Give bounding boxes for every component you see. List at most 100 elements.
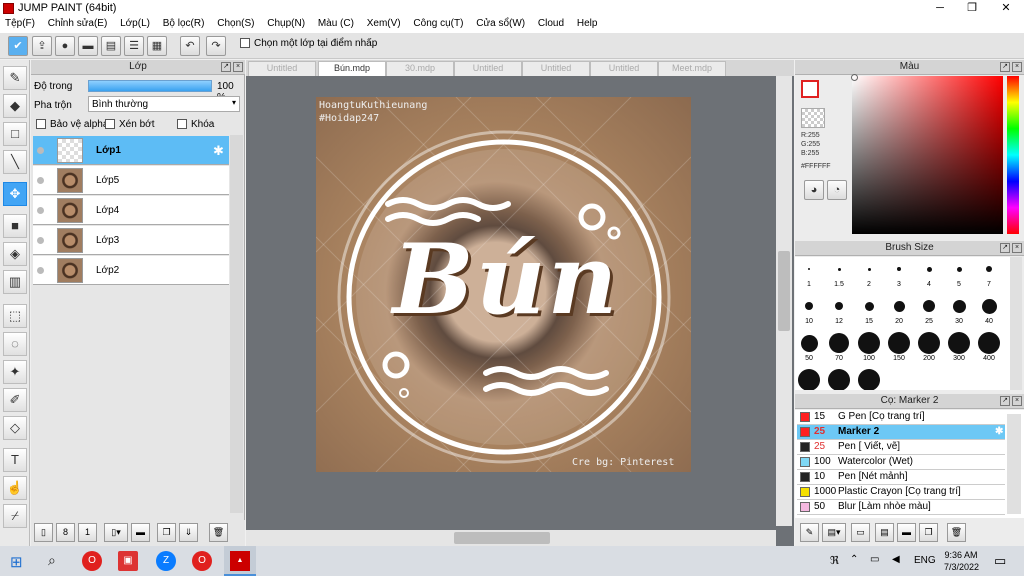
visibility-icon[interactable] [37,147,44,154]
canvas-horizontal-scrollbar[interactable] [246,530,776,546]
brush-size-scrollbar[interactable] [1010,257,1022,390]
blend-mode-select[interactable]: Bình thường ▾ [88,96,240,112]
network-icon[interactable]: ▭ [870,554,879,565]
chat-icon[interactable]: ▬ [78,36,98,56]
volume-icon[interactable]: ◀ [892,554,900,565]
brush-menu-icon[interactable]: ▤▾ [822,523,846,542]
color-picker-field[interactable] [852,76,1003,234]
brush-item[interactable]: 25 Pen [ Viết, vẽ] [797,440,1005,455]
duplicate-icon[interactable]: ❐ [919,523,938,542]
visibility-icon[interactable] [37,207,44,214]
undo-icon[interactable]: ↶ [180,36,200,56]
menu-help[interactable]: Help [572,17,603,29]
eraser-tool-icon[interactable]: ◆ [3,94,27,118]
grid-icon[interactable]: ▦ [147,36,167,56]
brush-size-dot[interactable] [864,301,874,311]
brush-add-icon[interactable]: ✎ [800,523,819,542]
new-layer-icon[interactable]: ▯ [34,523,53,542]
tab-untitled[interactable]: Untitled [590,61,658,76]
brush-size-dot[interactable] [923,300,935,312]
brush-size-dot[interactable] [800,334,818,352]
text-tool-icon[interactable]: T [3,448,27,472]
lock-checkbox[interactable] [177,119,187,130]
tab-30[interactable]: 30.mdp [386,61,454,76]
layer-row[interactable]: Lớp2 [33,256,229,285]
duplicate-layer-icon[interactable]: ❐ [157,523,176,542]
artwork-canvas[interactable]: HoangtuKuthieunang #Hoidap247 Bún Cre bg… [316,97,691,472]
layer-row[interactable]: Lớp1 ✱ [33,136,229,165]
brush-size-dot[interactable] [829,333,849,353]
clip-checkbox[interactable] [105,119,115,130]
lock-option[interactable]: Khóa [177,119,214,130]
brush-size-dot[interactable] [858,369,880,390]
menu-layer[interactable]: Lớp(L) [115,17,155,29]
visibility-icon[interactable] [37,267,44,274]
new-1bit-layer-icon[interactable]: 1 [78,523,97,542]
palette-settings-icon[interactable]: ◔ [827,180,847,200]
language-indicator[interactable]: ENG [914,555,936,566]
clip-option[interactable]: Xén bớt [105,119,154,130]
new-8bit-layer-icon[interactable]: 8 [56,523,75,542]
layer-row[interactable]: Lớp5 [33,166,229,195]
brush-size-dot[interactable] [952,299,966,313]
hand-tool-icon[interactable]: ☝ [3,476,27,500]
search-icon[interactable]: ⌕ [48,552,56,569]
eyedropper-tool-icon[interactable]: ⌿ [3,504,27,528]
folder-icon[interactable]: ▬ [131,523,150,542]
rectangle-tool-icon[interactable]: □ [3,122,27,146]
gear-icon[interactable]: ✱ [995,425,1003,439]
brush-size-dot[interactable] [981,298,997,314]
select-eraser-icon[interactable]: ◇ [3,416,27,440]
brush-size-dot[interactable] [926,266,932,272]
float-icon[interactable]: ↗ [1000,62,1010,72]
palette-icon[interactable]: ◕ [804,180,824,200]
color-picker-cursor[interactable] [851,74,858,81]
brush-size-dot[interactable] [837,267,841,271]
select-layer-checkbox[interactable] [240,38,250,49]
chevron-up-icon[interactable]: ⌃ [850,554,858,565]
gear-icon[interactable]: ✱ [213,143,224,159]
tab-untitled[interactable]: Untitled [522,61,590,76]
tab-untitled[interactable]: Untitled [454,61,522,76]
brush-document-icon[interactable]: ▤ [875,523,894,542]
brush-size-dot[interactable] [888,332,910,354]
notification-icon[interactable]: ▭ [994,553,1006,569]
brush-size-dot[interactable] [893,300,905,312]
menu-window[interactable]: Cửa sổ(W) [471,17,530,29]
brush-size-grid[interactable]: 1 1.5 2 3 4 5 7 10 12 15 20 25 30 40 50 70 100 150 200 300 4… [795,257,1010,390]
float-icon[interactable]: ↗ [1000,396,1010,406]
canvas-vertical-scrollbar[interactable] [776,76,792,526]
brush-size-dot[interactable] [798,369,820,390]
protect-alpha-option[interactable]: Bảo vệ alpha [36,119,108,130]
maximize-button[interactable]: ❐ [956,0,988,17]
opera-gx-icon[interactable]: O [192,551,212,571]
tab-untitled[interactable]: Untitled [248,61,316,76]
select-layer-option[interactable]: Chọn một lớp tại điểm nhấp [240,38,377,49]
comment-icon[interactable]: ● [55,36,75,56]
lasso-select-icon[interactable]: ◌ [3,332,27,356]
menu-edit[interactable]: Chỉnh sửa(E) [43,17,113,29]
rect-select-icon[interactable]: ⬚ [3,304,27,328]
menu-select[interactable]: Chọn(S) [212,17,259,29]
brush-size-dot[interactable] [867,267,871,271]
magic-wand-icon[interactable]: ✦ [3,360,27,384]
merge-layer-icon[interactable]: ⇓ [179,523,198,542]
brush-size-dot[interactable] [808,268,810,270]
brush-copy-icon[interactable]: ▭ [851,523,870,542]
brush-size-dot[interactable] [948,332,970,354]
brush-item[interactable]: 1000 Plastic Crayon [Cọ trang trí] [797,485,1005,500]
document-icon[interactable]: ▤ [101,36,121,56]
list-icon[interactable]: ☰ [124,36,144,56]
folder-icon[interactable]: ▬ [897,523,916,542]
brush-size-dot[interactable] [828,369,850,390]
trash-icon[interactable]: 🗑 [209,523,228,542]
tab-meet[interactable]: Meet.mdp [658,61,726,76]
menu-cloud[interactable]: Cloud [533,17,569,29]
close-button[interactable]: ✕ [990,0,1022,17]
brush-tool-icon[interactable]: ✎ [3,66,27,90]
brush-item[interactable]: 50 Blur [Làm nhòe màu] [797,500,1005,515]
redo-icon[interactable]: ↷ [206,36,226,56]
zalo-icon[interactable]: Z [156,551,176,571]
app-icon[interactable]: ▣ [118,551,138,571]
minimize-button[interactable]: ─ [924,0,956,17]
